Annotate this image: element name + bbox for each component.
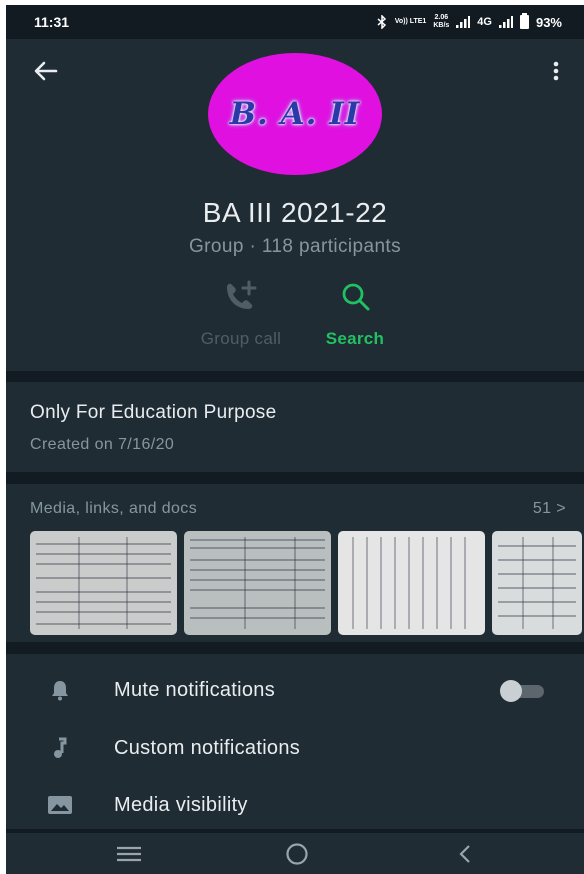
group-call-button[interactable]: Group call bbox=[184, 279, 298, 349]
group-name: BA III 2021-22 bbox=[202, 197, 388, 228]
media-thumbnails bbox=[30, 531, 584, 635]
net-speed-value: 2.06 bbox=[434, 14, 449, 21]
search-label: Search bbox=[325, 329, 385, 348]
setting-label: Mute notifications bbox=[114, 678, 276, 701]
image-icon bbox=[46, 791, 74, 819]
description-text: Only For Education Purpose bbox=[30, 402, 277, 423]
mute-toggle[interactable] bbox=[500, 680, 548, 702]
system-nav-bar bbox=[6, 833, 584, 874]
add-call-icon bbox=[221, 279, 261, 315]
group-subtitle: Group · 118 participants bbox=[188, 236, 402, 257]
chevron-left-icon bbox=[459, 845, 470, 863]
more-vertical-icon bbox=[553, 61, 559, 81]
search-button[interactable]: Search bbox=[314, 279, 396, 349]
more-options-button[interactable] bbox=[546, 57, 566, 85]
arrow-left-icon bbox=[34, 61, 58, 81]
group-description[interactable]: Only For Education Purpose Created on 7/… bbox=[6, 382, 584, 472]
battery-icon bbox=[519, 13, 529, 29]
media-header: Media, links, and docs 51 > bbox=[30, 500, 566, 518]
media-thumbnail[interactable] bbox=[338, 531, 485, 635]
bluetooth-icon bbox=[377, 15, 386, 29]
toggle-knob bbox=[500, 680, 522, 702]
mute-notifications-row[interactable]: Mute notifications bbox=[6, 667, 584, 713]
group-header: B. A. II BA III 2021-22 Group · 118 part… bbox=[6, 39, 584, 371]
created-date: Created on 7/16/20 bbox=[30, 436, 175, 453]
custom-notifications-row[interactable]: Custom notifications bbox=[6, 725, 584, 771]
media-count-link[interactable]: 51 > bbox=[533, 500, 566, 518]
media-thumbnail[interactable] bbox=[492, 531, 582, 635]
group-call-label: Group call bbox=[200, 329, 282, 348]
media-thumbnail[interactable] bbox=[184, 531, 331, 635]
battery-percent: 93% bbox=[535, 14, 562, 30]
setting-label: Custom notifications bbox=[114, 736, 301, 759]
bell-icon bbox=[46, 676, 74, 704]
home-circle-icon bbox=[286, 843, 308, 865]
net-speed: 2.06 KB/s bbox=[433, 14, 449, 30]
status-time: 11:31 bbox=[34, 14, 70, 30]
settings-list: Mute notifications Custom notifications … bbox=[6, 654, 584, 829]
network-type: 4G bbox=[477, 16, 492, 28]
media-section: Media, links, and docs 51 > bbox=[6, 484, 584, 642]
status-bar: 11:31 Vo)) LTE1 2.06 KB/s 4G 93% bbox=[6, 5, 584, 39]
signal-icon bbox=[456, 16, 471, 28]
back-button[interactable] bbox=[32, 57, 60, 85]
home-button[interactable] bbox=[282, 841, 312, 867]
phone-screen: 11:31 Vo)) LTE1 2.06 KB/s 4G 93% B. A. II… bbox=[6, 5, 584, 874]
media-heading: Media, links, and docs bbox=[30, 500, 198, 517]
menu-icon bbox=[117, 846, 141, 862]
signal-icon-secondary bbox=[498, 16, 513, 28]
music-note-icon bbox=[46, 734, 74, 762]
media-visibility-row[interactable]: Media visibility bbox=[6, 782, 584, 828]
media-thumbnail[interactable] bbox=[30, 531, 177, 635]
status-icons: Vo)) LTE1 2.06 KB/s 4G 93% bbox=[376, 13, 562, 30]
search-icon bbox=[335, 279, 375, 315]
group-avatar[interactable]: B. A. II bbox=[208, 53, 382, 175]
net-speed-unit: KB/s bbox=[433, 22, 450, 29]
recent-apps-button[interactable] bbox=[114, 841, 144, 867]
setting-label: Media visibility bbox=[114, 793, 248, 816]
volte-indicator: Vo)) LTE1 bbox=[394, 18, 427, 25]
back-nav-button[interactable] bbox=[450, 841, 480, 867]
avatar-text: B. A. II bbox=[229, 96, 361, 132]
